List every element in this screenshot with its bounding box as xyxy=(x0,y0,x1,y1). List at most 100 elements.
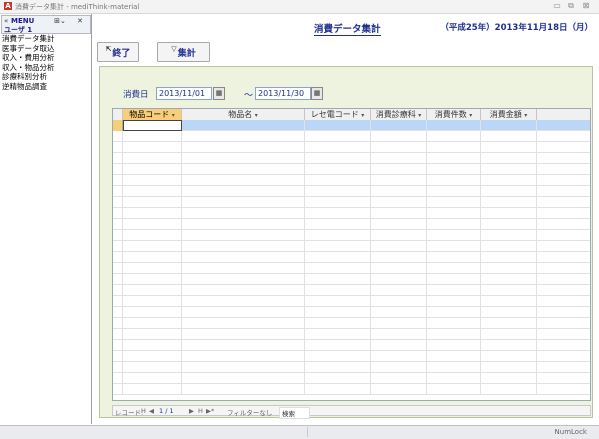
empty-cell xyxy=(123,142,182,153)
calendar-icon[interactable]: ▦ xyxy=(213,87,225,100)
empty-cell xyxy=(182,263,305,274)
amount-cell[interactable] xyxy=(481,120,537,131)
record-position-input[interactable]: 1 / 1 xyxy=(159,407,174,415)
empty-cell xyxy=(427,208,481,219)
department-cell[interactable] xyxy=(371,120,427,131)
sidebar-item-medical-data-import[interactable]: 医事データ取込 xyxy=(2,44,55,54)
aggregate-button-label: 集計 xyxy=(177,48,196,59)
empty-cell xyxy=(305,186,371,197)
menu-label: MENU xyxy=(11,17,35,25)
empty-cell xyxy=(371,175,427,186)
previous-record-button[interactable]: ◀ xyxy=(149,407,154,415)
empty-cell xyxy=(123,164,182,175)
chevron-left-icon[interactable]: « xyxy=(4,17,8,25)
numlock-indicator: NumLock xyxy=(554,428,587,436)
column-header-rece-code[interactable]: レセ電コード ▾ xyxy=(305,109,371,120)
close-pane-icon[interactable]: ✕ xyxy=(74,17,86,25)
column-header-item-name[interactable]: 物品名 ▾ xyxy=(182,109,305,120)
item-code-cell[interactable] xyxy=(123,120,182,131)
empty-cell xyxy=(182,153,305,164)
empty-row xyxy=(113,142,590,153)
start-date-input[interactable]: 2013/11/01 xyxy=(156,87,212,100)
empty-cell xyxy=(123,307,182,318)
rece-code-cell[interactable] xyxy=(305,120,371,131)
chevron-down-icon: ▾ xyxy=(254,112,258,119)
page-title: 消費データ集計 xyxy=(314,21,381,36)
empty-row xyxy=(113,153,590,164)
empty-cell xyxy=(123,241,182,252)
new-record-row[interactable] xyxy=(113,120,590,131)
empty-cell xyxy=(481,164,537,175)
first-record-button[interactable]: H xyxy=(141,407,146,415)
exit-button[interactable]: ⇱ 終了 xyxy=(97,42,139,62)
empty-row xyxy=(113,219,590,230)
row-selector-header xyxy=(113,109,123,120)
empty-cell xyxy=(371,142,427,153)
empty-cell xyxy=(427,230,481,241)
empty-cell xyxy=(305,340,371,351)
pin-icon[interactable]: ⊞⌄ xyxy=(54,17,66,25)
minimize-icon[interactable]: ▭ xyxy=(551,1,563,11)
close-icon[interactable]: ⊠ xyxy=(580,1,592,11)
empty-cell xyxy=(182,285,305,296)
empty-cell xyxy=(182,208,305,219)
sidebar-item-income-goods-analysis[interactable]: 収入・物品分析 xyxy=(2,63,55,73)
empty-cell xyxy=(123,186,182,197)
empty-cell xyxy=(427,252,481,263)
column-header-amount[interactable]: 消費金額 ▾ xyxy=(481,109,537,120)
empty-cell xyxy=(123,252,182,263)
empty-cell xyxy=(371,340,427,351)
column-header-item-code[interactable]: 物品コード ▾ xyxy=(123,109,182,120)
empty-cell xyxy=(113,208,123,219)
empty-cell xyxy=(371,285,427,296)
empty-cell xyxy=(305,197,371,208)
next-record-button[interactable]: ▶ xyxy=(189,407,194,415)
search-input[interactable]: 検索 xyxy=(279,407,310,419)
empty-cell xyxy=(305,252,371,263)
empty-row xyxy=(113,197,590,208)
empty-cell xyxy=(371,263,427,274)
door-icon: ⇱ xyxy=(105,45,112,53)
empty-cell xyxy=(305,230,371,241)
empty-cell xyxy=(123,197,182,208)
empty-row xyxy=(113,384,590,395)
chevron-down-icon: ▾ xyxy=(361,112,365,119)
status-bar: NumLock xyxy=(0,425,599,439)
last-record-button[interactable]: H xyxy=(198,407,203,415)
empty-row xyxy=(113,274,590,285)
sidebar-item-reverse-goods-survey[interactable]: 逆精物品調査 xyxy=(2,82,55,92)
empty-cell xyxy=(371,384,427,395)
empty-cell xyxy=(371,351,427,362)
empty-cell xyxy=(123,153,182,164)
empty-cell xyxy=(113,318,123,329)
item-name-cell[interactable] xyxy=(182,120,305,131)
sidebar-item-department-analysis[interactable]: 診療科別分析 xyxy=(2,72,55,82)
end-date-input[interactable]: 2013/11/30 xyxy=(255,87,311,100)
empty-cell xyxy=(113,131,123,142)
empty-cell xyxy=(305,164,371,175)
column-header-department[interactable]: 消費診療科 ▾ xyxy=(371,109,427,120)
empty-cell xyxy=(182,197,305,208)
empty-cell xyxy=(371,274,427,285)
empty-cell xyxy=(182,318,305,329)
new-record-button[interactable]: ▶* xyxy=(206,407,214,415)
empty-cell xyxy=(481,274,537,285)
row-selector[interactable] xyxy=(113,120,123,131)
restore-icon[interactable]: ⧉ xyxy=(565,1,577,11)
empty-cell xyxy=(371,197,427,208)
empty-cell xyxy=(427,153,481,164)
filter-status[interactable]: フィルターなし xyxy=(227,407,272,417)
count-cell[interactable] xyxy=(427,120,481,131)
data-grid: 物品コード ▾ 物品名 ▾ レセ電コード ▾ 消費診療科 ▾ 消費件数 ▾ 消費… xyxy=(112,108,591,401)
aggregate-button[interactable]: ▽ 集計 xyxy=(157,42,210,62)
sidebar-item-consumption-summary[interactable]: 消費データ集計 xyxy=(2,34,55,44)
sidebar-item-income-cost-analysis[interactable]: 収入・費用分析 xyxy=(2,53,55,63)
empty-cell xyxy=(113,384,123,395)
empty-cell xyxy=(427,285,481,296)
column-header-count[interactable]: 消費件数 ▾ xyxy=(427,109,481,120)
empty-cell xyxy=(305,208,371,219)
empty-cell xyxy=(123,329,182,340)
calendar-icon[interactable]: ▦ xyxy=(311,87,323,100)
empty-cell xyxy=(305,219,371,230)
empty-cell xyxy=(371,164,427,175)
